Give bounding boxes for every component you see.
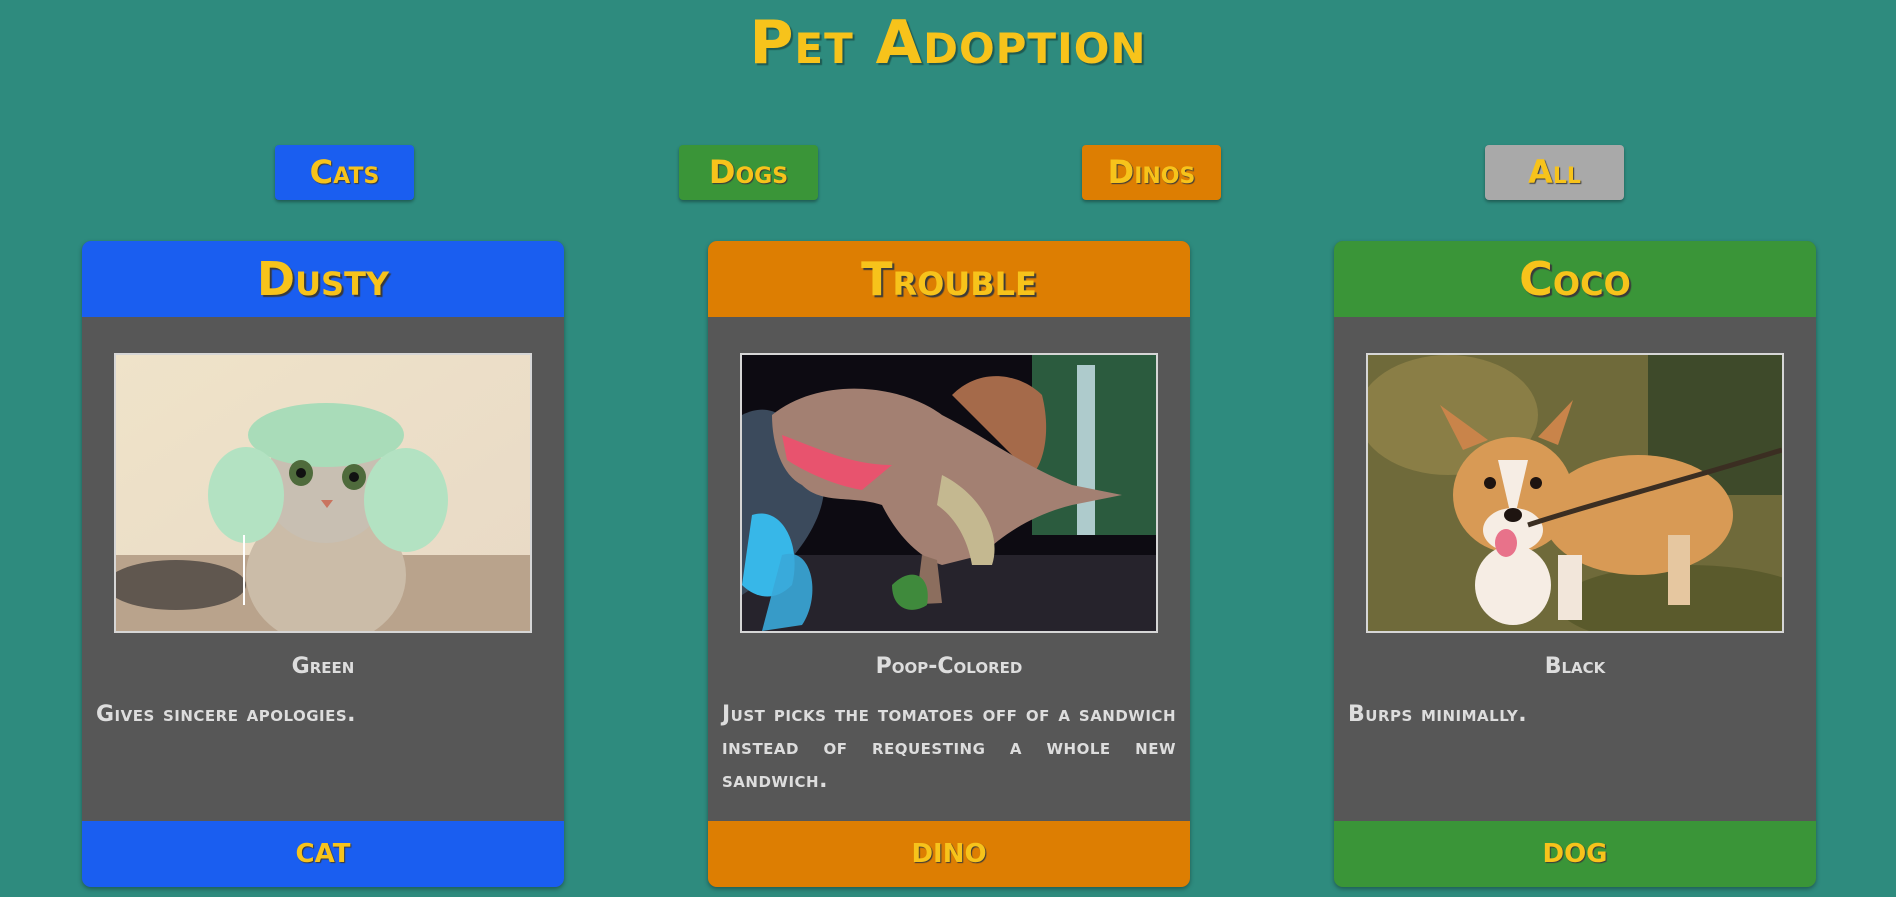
card-title: Coco xyxy=(1334,241,1816,317)
dino-photo xyxy=(740,353,1158,633)
cat-photo xyxy=(114,353,532,633)
filter-dogs-button[interactable]: Dogs xyxy=(679,145,818,200)
pet-card-dusty: Dusty Green Gives sincere apologies. CAT xyxy=(82,241,564,887)
pet-description: Burps minimally. xyxy=(1348,702,1528,727)
page-title: Pet Adoption xyxy=(749,8,1147,78)
card-title: Trouble xyxy=(708,241,1190,317)
dog-photo-icon xyxy=(1368,355,1782,631)
pet-type-label: CAT xyxy=(82,821,564,887)
pet-color: Green xyxy=(291,654,355,679)
pet-type-label: DOG xyxy=(1334,821,1816,887)
filter-all-button[interactable]: All xyxy=(1485,145,1624,200)
filter-dinos-button[interactable]: Dinos xyxy=(1082,145,1221,200)
dino-photo-icon xyxy=(742,355,1156,631)
pet-card-coco: Coco Black Burps minimally. DOG xyxy=(1334,241,1816,887)
cat-photo-icon xyxy=(116,355,530,631)
dog-photo xyxy=(1366,353,1784,633)
pet-description: Just picks the tomatoes off of a sandwic… xyxy=(722,702,1176,793)
pet-color: Poop-Colored xyxy=(875,654,1023,679)
card-title: Dusty xyxy=(82,241,564,317)
pet-card-trouble: Trouble Poop-Colored Just picks the toma… xyxy=(708,241,1190,887)
pet-type-label: DINO xyxy=(708,821,1190,887)
pet-color: Black xyxy=(1544,654,1606,679)
filter-cats-button[interactable]: Cats xyxy=(275,145,414,200)
pet-description: Gives sincere apologies. xyxy=(96,702,357,727)
